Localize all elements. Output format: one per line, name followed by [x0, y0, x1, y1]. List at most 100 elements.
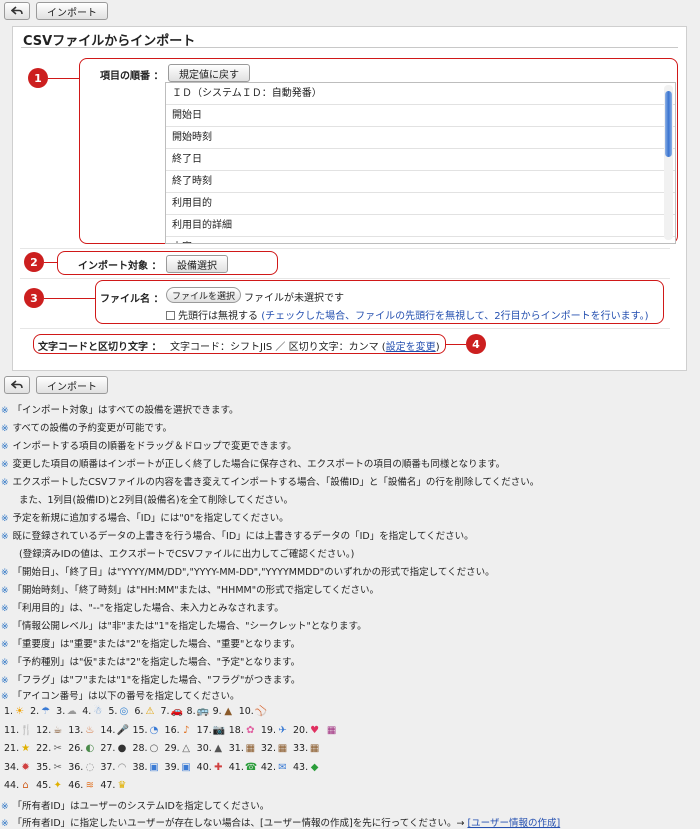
import-button[interactable]: インポート [36, 376, 108, 394]
icon-number: 39. [164, 762, 180, 773]
create-user-link[interactable]: [ユーザー情報の作成] [467, 818, 560, 829]
back-button[interactable] [4, 2, 30, 20]
icon-number: 13. [68, 725, 84, 736]
change-settings-link[interactable]: 設定を変更 [386, 342, 436, 353]
icon-number-item: 22. ✂ [36, 743, 63, 754]
icon-number: 47. [100, 780, 116, 791]
icon-number-item: 43. ◆ [293, 762, 320, 773]
encoding-label: 文字コードと区切り文字 ： [38, 342, 162, 353]
list-item[interactable]: 終了時刻 [166, 171, 675, 193]
icon-number: 19. [260, 725, 276, 736]
icon-number: 18. [228, 725, 244, 736]
icon-number-item: 28. ○ [132, 743, 159, 754]
icon-number: 29. [164, 743, 180, 754]
list-item[interactable]: 利用目的詳細 [166, 215, 675, 237]
note-text: 「利用目的」は、"--"を指定した場合、未入力とみなされます。 [12, 603, 284, 614]
file-status: ファイルが未選択です [244, 293, 344, 304]
icon-glyph-icon: 🚌 [196, 706, 210, 717]
icon-number-item: 26. ◐ [68, 743, 95, 754]
scrollbar-thumb[interactable] [665, 91, 672, 157]
note-mark: ※ [1, 460, 9, 470]
icon-number-item: 27. ● [100, 743, 127, 754]
icon-glyph-icon: ☀ [15, 706, 25, 717]
icon-glyph-icon: ♨ [85, 725, 95, 736]
icon-number-item: 33. ▦ [293, 743, 320, 754]
icon-number: 4. [82, 706, 92, 717]
icon-number: 41. [228, 762, 244, 773]
icon-number: 46. [68, 780, 84, 791]
note-mark: ※ [1, 658, 9, 668]
note-text: また、1列目(設備ID)と2列目(設備名)を全て削除してください。 [19, 495, 293, 506]
list-item[interactable]: 内容 [166, 237, 675, 243]
note-text: 「所有者ID」に指定したいユーザーが存在しない場合は、[ユーザー情報の作成]を先… [12, 818, 465, 829]
icon-number: 40. [196, 762, 212, 773]
note-item: ※ 「予約種別」は"仮"または"2"を指定した場合、"予定"となります。 [1, 654, 300, 668]
icon-number-item: 35. ✂ [36, 762, 63, 773]
note-text: エクスポートしたCSVファイルの内容を書き変えてインポートする場合、「設備ID」… [12, 477, 540, 488]
choose-file-button[interactable]: ファイルを選択 [166, 287, 242, 303]
note-mark: ※ [1, 622, 9, 632]
note-item: ※ 「情報公開レベル」は"非"または"1"を指定した場合、"シークレット"となりま… [1, 618, 367, 632]
icon-number-row: 21. ★ 22. ✂ 26. ◐ 27. ● 28. ○ 29. △ 30. ▲ 31. ▦ 32. ▦ 33. ▦ [4, 743, 325, 754]
icon-number: 8. [186, 706, 196, 717]
icon-number: 35. [36, 762, 52, 773]
icon-glyph-icon: 🚗 [170, 706, 183, 717]
list-scrollbar[interactable] [664, 85, 673, 240]
icon-glyph-icon: ○ [149, 743, 159, 754]
icon-glyph-icon: ✦ [53, 780, 62, 791]
section-divider [20, 248, 670, 249]
icon-number-item: 40. ✚ [197, 762, 224, 773]
icon-glyph-icon: ▣ [181, 762, 191, 773]
encoding-value-row: 文字コード：シフトJIS ／ 区切り文字：カンマ (設定を変更) [170, 338, 440, 353]
back-button[interactable] [4, 376, 30, 394]
icon-number-item: 10. ⚾ [239, 706, 268, 717]
note-mark: ※ [1, 819, 9, 829]
order-listbox[interactable]: ＩＤ（システムＩＤ：自動発番） 開始日 開始時刻 終了日 終了時刻 利用目的 利… [165, 82, 676, 244]
list-item[interactable]: 終了日 [166, 149, 675, 171]
icon-number: 44. [4, 780, 20, 791]
top-toolbar: インポート [4, 2, 108, 22]
icon-number: 20. [292, 725, 309, 736]
list-item[interactable]: 利用目的 [166, 193, 675, 215]
list-item[interactable]: 開始日 [166, 105, 675, 127]
note-item: ※ 変更した項目の順番はインポートが正しく終了した場合に保存され、エクスポートの項… [1, 456, 505, 470]
skip-header-label[interactable]: 先頭行は無視する [178, 311, 258, 322]
select-equipment-button[interactable]: 設備選択 [166, 255, 228, 273]
note-text: 「所有者ID」はユーザーのシステムIDを指定してください。 [12, 801, 270, 812]
icon-number-item: 20. ♥ [293, 725, 320, 736]
section-divider [20, 278, 670, 279]
note-mark: ※ [1, 442, 9, 452]
icon-glyph-icon: ● [117, 743, 127, 754]
icon-number: 37. [100, 762, 116, 773]
callout-badge-3: 3 [24, 288, 44, 308]
icon-number: 9. [212, 706, 222, 717]
list-item[interactable]: 開始時刻 [166, 127, 675, 149]
note-text: (登録済みIDの値は、エクスポートでCSVファイルに出力してご確認ください。) [19, 549, 355, 560]
note-mark: ※ [1, 406, 9, 416]
icon-number: 7. [160, 706, 170, 717]
icon-number: 3. [56, 706, 66, 717]
icon-glyph-icon: ◎ [119, 706, 129, 717]
icon-number: 17. [196, 725, 212, 736]
note-mark: ※ [1, 802, 9, 812]
skip-header-checkbox[interactable] [166, 311, 175, 320]
bottom-toolbar: インポート [4, 376, 108, 396]
reset-order-button[interactable]: 規定値に戻す [168, 64, 250, 82]
callout-badge-4: 4 [466, 334, 486, 354]
icon-number: 21. [4, 743, 20, 754]
icon-number-item: 2. ☂ [30, 706, 51, 717]
icon-number-item: 34. ✹ [4, 762, 31, 773]
note-text: 「インポート対象」はすべての設備を選択できます。 [12, 405, 239, 416]
note-item: ※ 「アイコン番号」は以下の番号を指定してください。 [1, 688, 240, 702]
icon-glyph-icon: 🎤 [116, 725, 129, 736]
note-item: ※ 既に登録されているデータの上書きを行う場合、「ID」には上書きするデータの「I… [1, 528, 474, 542]
icon-number-row: 44. ⌂ 45. ✦ 46. ≋ 47. ♛ [4, 780, 132, 791]
icon-glyph-icon: 🍴 [20, 725, 33, 736]
icon-number-item: 18. ✿ [229, 725, 256, 736]
icon-glyph-icon: ♪ [182, 725, 190, 736]
icon-number-item: 39. ▣ [165, 762, 192, 773]
import-button[interactable]: インポート [36, 2, 108, 20]
icon-number-item: 4. ☃ [82, 706, 103, 717]
note-item: ※ 「開始日」、「終了日」は"YYYY/MM/DD","YYYY-MM-DD","… [1, 564, 495, 578]
list-item[interactable]: ＩＤ（システムＩＤ：自動発番） [166, 83, 675, 105]
